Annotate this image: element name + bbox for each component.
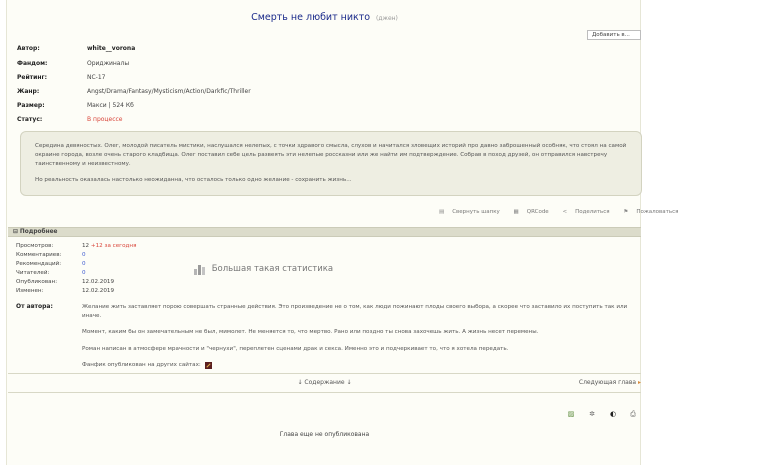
qrcode-icon: ▦: [513, 209, 519, 215]
add-to-button[interactable]: Добавить в...: [587, 30, 641, 40]
big-stats-label: Большая такая статистика: [211, 264, 334, 274]
divider: [8, 392, 641, 393]
author-link[interactable]: white__vorona: [87, 45, 135, 53]
status-value: В процессе: [87, 116, 123, 123]
details-heading: Подробнее: [19, 229, 58, 235]
stat-value: 12 +12 за сегодня: [82, 242, 136, 250]
meta-label: Размер:: [17, 102, 45, 109]
details-toggle[interactable]: ⊟ Подробнее: [8, 227, 641, 237]
next-arrow-icon: ▸: [637, 379, 641, 386]
complain-button[interactable]: ⚑ Пожаловаться: [617, 209, 678, 215]
summary-box: Середина девяностых. Олег, молодой писат…: [20, 131, 642, 196]
font-icon[interactable]: ▨: [567, 410, 575, 418]
comments-count[interactable]: 0: [82, 252, 86, 258]
fic-title[interactable]: Смерть не любит никто: [251, 12, 370, 23]
meta-label: Автор:: [17, 45, 40, 52]
settings-icon[interactable]: ✲: [588, 410, 596, 418]
contents-link[interactable]: ↓ Содержание ↓: [8, 378, 641, 388]
other-sites-label: Фанфик опубликован на других сайтах:: [82, 362, 201, 369]
next-chapter-link[interactable]: Следующая глава ▸: [579, 378, 641, 388]
readers-count[interactable]: 0: [82, 270, 86, 276]
author-notes: Желание жить заставляет порою совершать …: [82, 303, 640, 378]
qrcode-button[interactable]: ▦ QRCode: [508, 209, 549, 215]
minus-icon: ⊟: [13, 229, 18, 235]
collapse-icon: ▤: [439, 209, 445, 215]
modified-date: 12.02.2019: [82, 288, 115, 294]
published-date: 12.02.2019: [82, 279, 115, 285]
flag-icon: ⚑: [623, 209, 629, 215]
genre-value: Angst/Drama/Fantasy/Mysticism/Action/Dar…: [87, 88, 251, 95]
other-sites-row: Фанфик опубликован на других сайтах:: [82, 361, 212, 370]
category-label: (джен): [376, 15, 398, 22]
share-icon: <: [562, 209, 568, 215]
fic-page: Смерть не любит никто (джен) Добавить в.…: [6, 0, 678, 465]
meta-label: Жанр:: [17, 88, 40, 95]
stat-label: Рекомендаций:: [16, 261, 62, 267]
stat-label: Читателей:: [16, 270, 50, 276]
meta-label: Статус:: [17, 116, 43, 123]
chapter-not-published: Глава еще не опубликована: [279, 431, 370, 438]
stat-label: Изменен:: [16, 288, 44, 294]
size-value: Макси | 524 Кб: [87, 102, 134, 109]
summary-paragraph: Середина девяностых. Олег, молодой писат…: [35, 143, 627, 167]
rating-value: NC-17: [87, 74, 106, 81]
reader-tools: ▨ ✲ ◐ ⎙: [567, 410, 637, 419]
views-count: 12: [82, 243, 90, 249]
stat-value: 0: [82, 260, 86, 268]
author-notes-label: От автора:: [16, 303, 53, 310]
stat-value: 0: [82, 269, 86, 277]
collapse-header-button[interactable]: ▤ Свернуть шапку: [433, 209, 500, 215]
meta-label: Рейтинг:: [17, 74, 48, 81]
share-label: Поделиться: [575, 209, 610, 215]
divider: [8, 373, 641, 374]
collapse-label: Свернуть шапку: [452, 209, 500, 215]
big-stats-link[interactable]: Большая такая статистика: [194, 262, 333, 276]
next-chapter-label: Следующая глава: [578, 379, 637, 386]
qrcode-label: QRCode: [526, 209, 549, 215]
print-icon[interactable]: ⎙: [629, 410, 637, 418]
title-row: Смерть не любит никто (джен): [7, 12, 642, 23]
external-site-icon[interactable]: [204, 362, 212, 370]
author-note-paragraph: Желание жить заставляет порою совершать …: [82, 304, 628, 319]
author-note-paragraph: Роман написан в атмосфере мрачности и "ч…: [82, 345, 509, 352]
stat-label: Опубликован:: [16, 279, 58, 285]
complain-label: Пожаловаться: [636, 209, 679, 215]
views-today: +12 за сегодня: [90, 243, 137, 249]
fandom-link[interactable]: Ориджиналы: [87, 60, 129, 68]
meta-label: Фандом:: [17, 60, 48, 67]
recommendations-count[interactable]: 0: [82, 261, 86, 267]
contrast-icon[interactable]: ◐: [609, 410, 617, 418]
share-button[interactable]: < Поделиться: [556, 209, 609, 215]
author-note-paragraph: Момент, каким бы он замечательным не был…: [82, 329, 539, 336]
summary-paragraph: Но реальность оказалась настолько неожид…: [35, 177, 352, 184]
chapter-nav: ↓ Содержание ↓ Следующая глава ▸: [8, 378, 642, 388]
stat-label: Просмотров:: [16, 243, 54, 249]
stat-value: 0: [82, 251, 86, 259]
header-actions: ▤ Свернуть шапку ▦ QRCode < Поделиться ⚑ Пож…: [427, 209, 678, 218]
stat-label: Комментариев:: [16, 252, 62, 258]
stats-icon: [194, 264, 205, 275]
